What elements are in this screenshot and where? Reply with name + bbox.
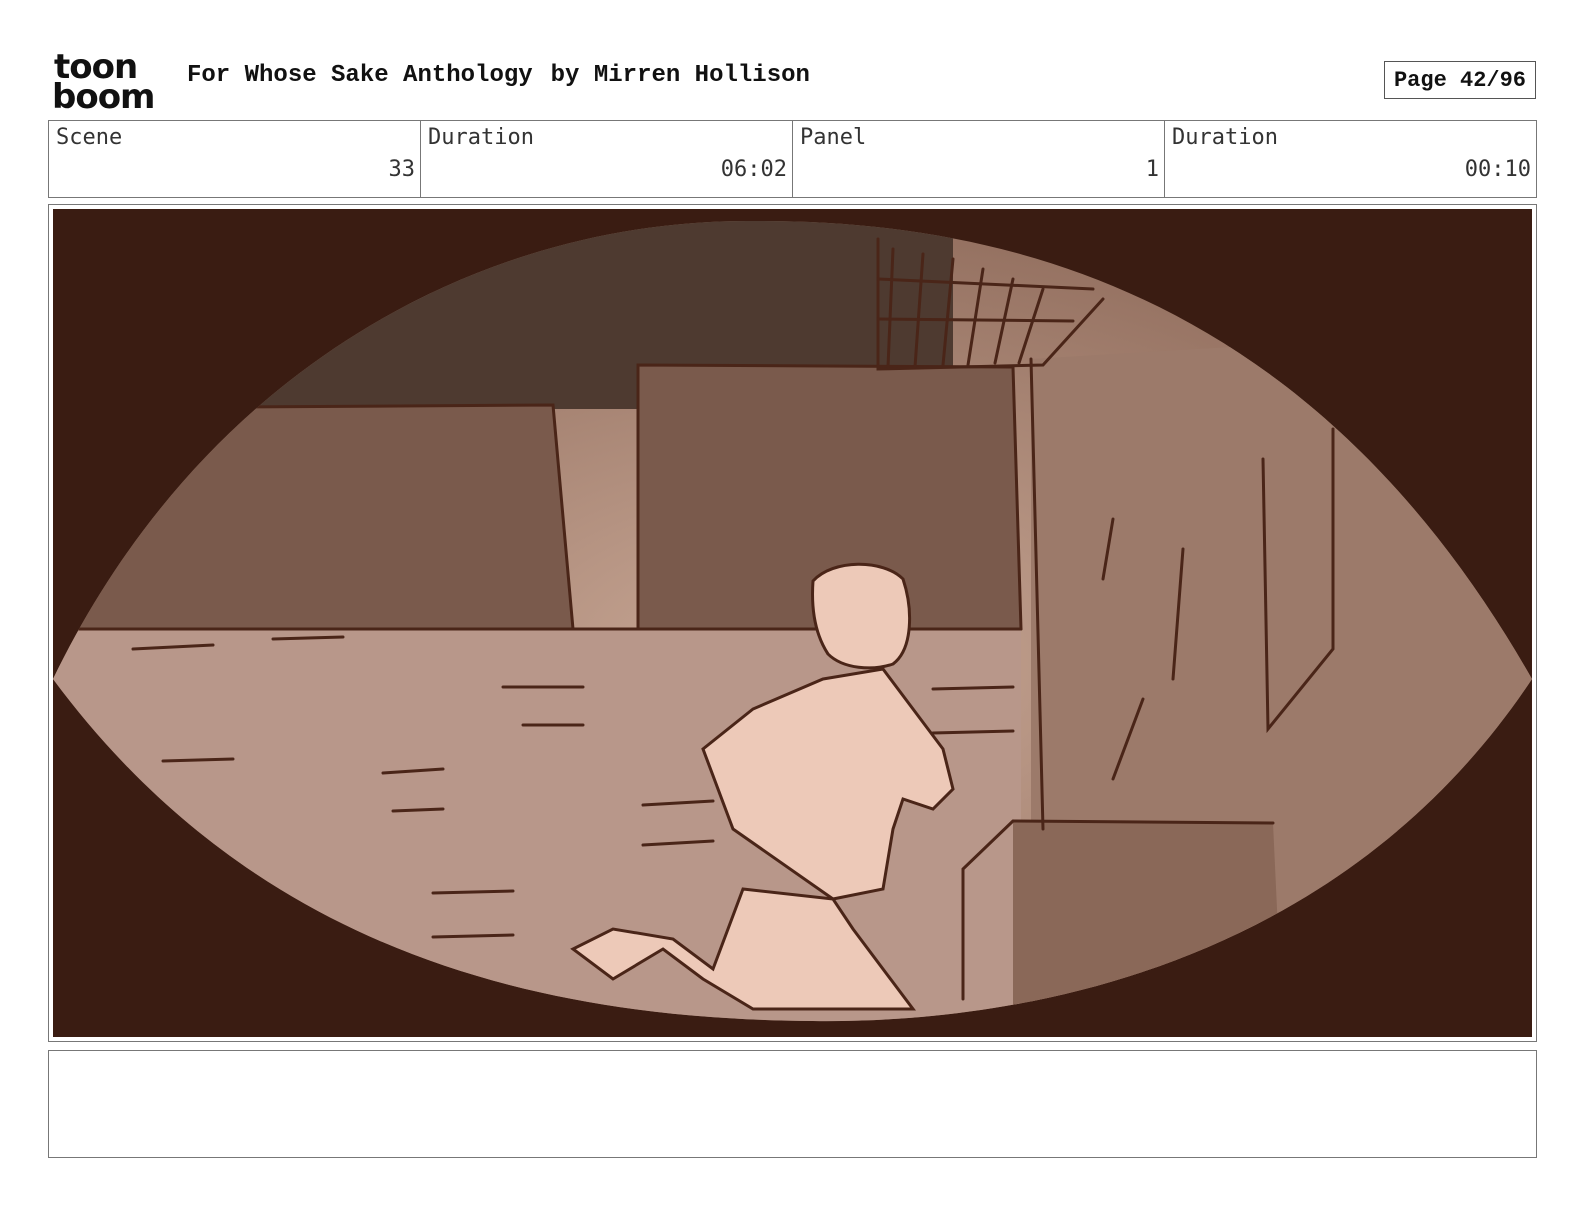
page-indicator: Page 42/96	[1384, 61, 1536, 99]
panel-notes-box[interactable]	[48, 1050, 1537, 1158]
scene-duration-label: Duration	[428, 125, 534, 150]
panel-duration-cell: Duration 00:10	[1165, 121, 1536, 197]
author-credit: by Mirren Hollison	[550, 62, 810, 89]
panel-value: 1	[1145, 157, 1159, 182]
scene-value: 33	[388, 157, 416, 182]
figure-head	[811, 562, 912, 670]
scene-cell: Scene 33	[49, 121, 421, 197]
scene-duration-value: 06:02	[720, 157, 787, 182]
panel-duration-label: Duration	[1172, 125, 1278, 150]
storyboard-panel-frame	[48, 204, 1537, 1042]
panel-label: Panel	[800, 125, 867, 150]
scene-duration-cell: Duration 06:02	[421, 121, 793, 197]
logo-text-bottom: boom	[52, 77, 154, 112]
scene-label: Scene	[56, 125, 123, 150]
panel-cell: Panel 1	[793, 121, 1165, 197]
logo-mark: toon boom	[52, 47, 155, 117]
storyboard-drawing	[53, 209, 1532, 1037]
panel-duration-value: 00:10	[1464, 157, 1531, 182]
toon-boom-logo: toon boom	[52, 47, 164, 117]
project-title: For Whose Sake Anthology	[187, 62, 533, 89]
project-title-line: For Whose Sake Anthology by Mirren Hollis…	[187, 62, 810, 89]
panel-info-row: Scene 33 Duration 06:02 Panel 1 Duration…	[48, 120, 1537, 198]
